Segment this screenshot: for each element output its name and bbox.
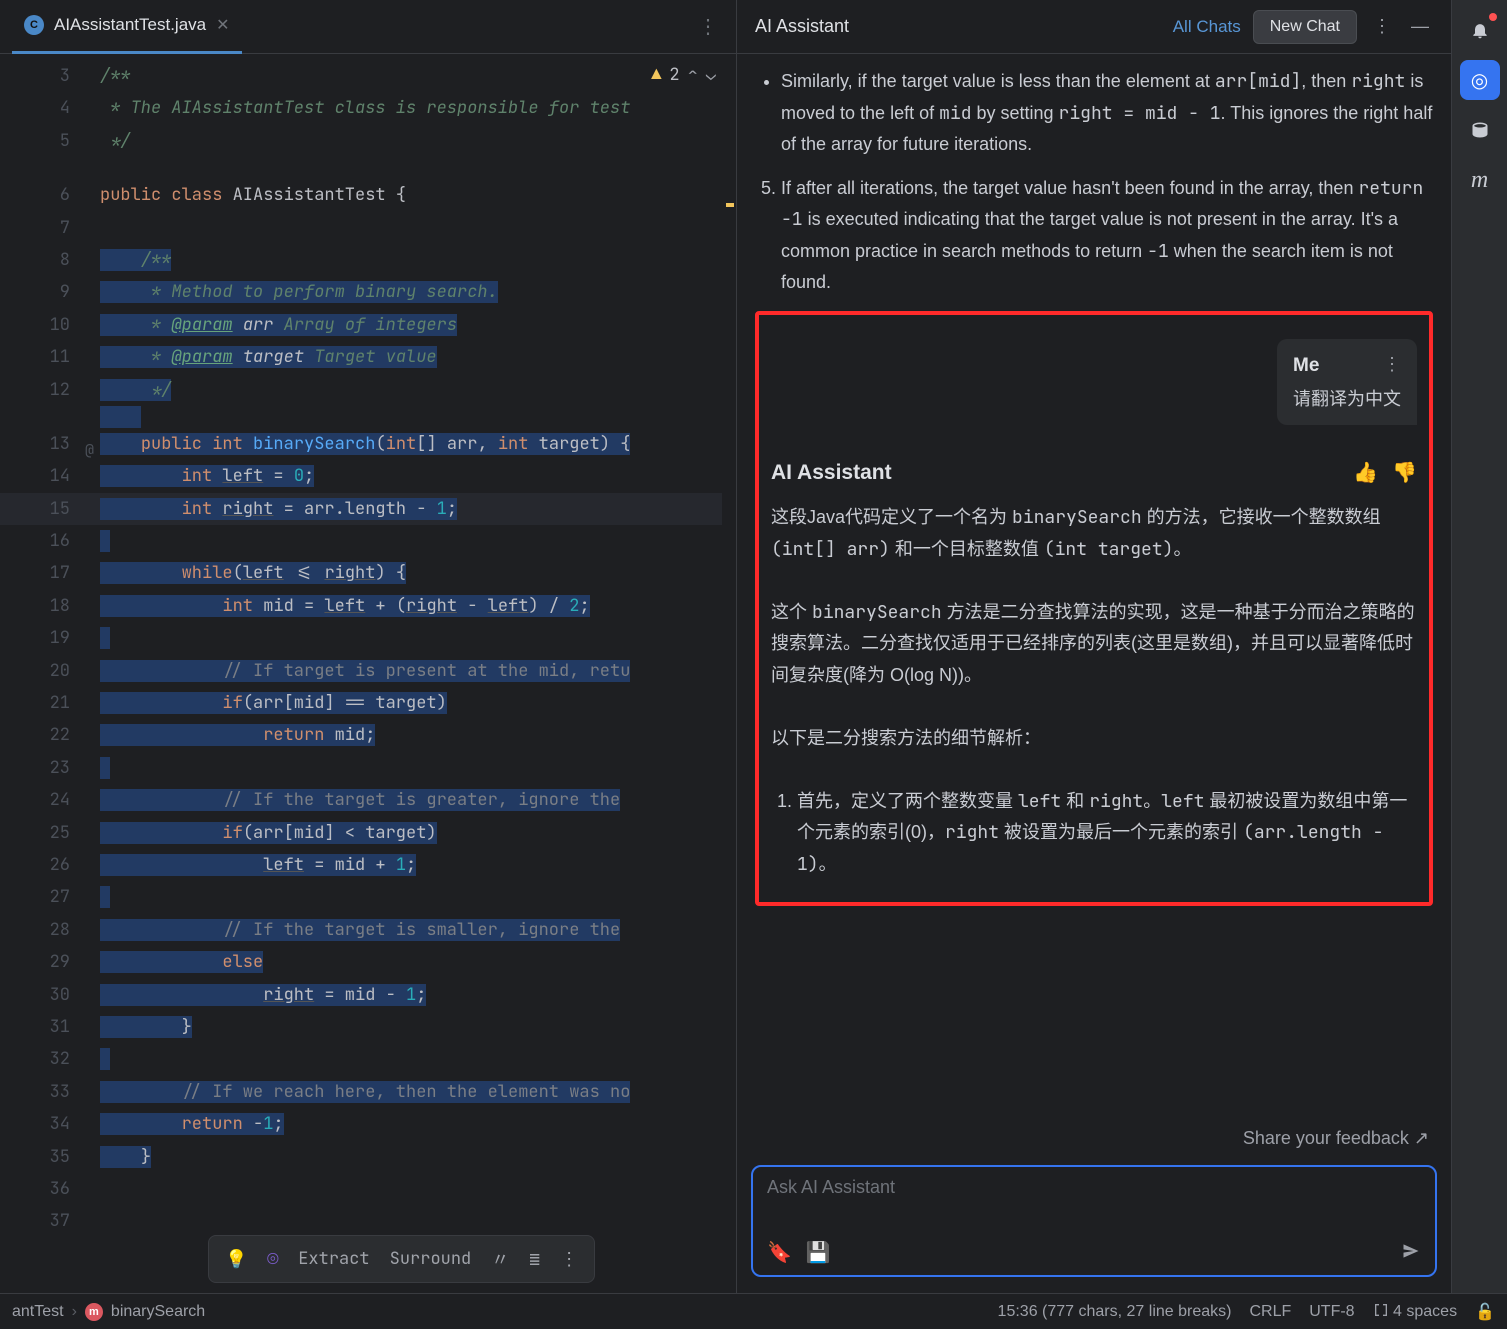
error-stripe[interactable] [722, 54, 736, 1293]
method-icon: m [85, 1303, 103, 1321]
chat-text: Similarly, if the target value is less t… [781, 66, 1433, 161]
database-tool-icon[interactable] [1460, 110, 1500, 150]
thumbs-down-icon[interactable]: 👎 [1392, 456, 1417, 491]
feedback-link[interactable]: Share your feedback ↗ [737, 1120, 1451, 1155]
code-text: /** [100, 65, 131, 87]
more-icon[interactable]: ⋮ [1369, 12, 1395, 41]
chat-text: 首先，定义了两个整数变量 left 和 right。left 最初被设置为数组中… [797, 786, 1417, 881]
java-class-icon: C [24, 15, 44, 35]
warning-count: 2 [669, 64, 679, 86]
send-icon[interactable] [1401, 1241, 1421, 1265]
more-actions-icon[interactable]: ⋮ [560, 1248, 578, 1271]
ai-assistant-panel: AI Assistant All Chats New Chat ⋮ — Simi… [737, 0, 1451, 1293]
chat-text: 这个 binarySearch 方法是二分查找算法的实现，这是一种基于分而治之策… [771, 597, 1417, 692]
inspection-indicator[interactable]: ▲ 2 ⌃ ⌄ [651, 64, 716, 86]
minimize-icon[interactable]: — [1407, 12, 1433, 41]
ai-icon[interactable]: ◎ [267, 1248, 278, 1271]
highlighted-region: Me ⋮ 请翻译为中文 AI Assistant 👍 👎 [755, 311, 1433, 907]
notifications-icon[interactable] [1460, 10, 1500, 50]
tab-more-icon[interactable]: ⋮ [692, 8, 724, 45]
all-chats-link[interactable]: All Chats [1173, 17, 1241, 37]
gutter: 3 4 5 6 7 8 9 10 11 12 13@ 14 15 16 17 1… [0, 54, 100, 1293]
thumbs-up-icon[interactable]: 👍 [1353, 456, 1378, 491]
editor-body[interactable]: 3 4 5 6 7 8 9 10 11 12 13@ 14 15 16 17 1… [0, 54, 736, 1293]
readonly-lock-icon[interactable]: 🔓 [1475, 1302, 1495, 1322]
close-tab-icon[interactable]: ✕ [216, 15, 229, 35]
indent-info[interactable]: 4 spaces [1373, 1302, 1458, 1321]
maven-tool-icon[interactable]: m [1460, 160, 1500, 200]
notification-dot-icon [1489, 13, 1497, 21]
bookmark-icon[interactable]: 🔖 [767, 1240, 792, 1265]
reformat-icon[interactable]: ≣ [529, 1248, 540, 1271]
indent-icon [1373, 1302, 1389, 1318]
warning-icon: ▲ [651, 64, 661, 86]
file-tab-label: AIAssistantTest.java [54, 15, 206, 35]
comment-icon[interactable]: 〃 [491, 1246, 509, 1272]
file-tab[interactable]: C AIAssistantTest.java ✕ [12, 0, 242, 54]
chat-text: 以下是二分搜索方法的细节解析： [771, 723, 1417, 755]
chat-header: AI Assistant All Chats New Chat ⋮ — [737, 0, 1451, 54]
chat-input[interactable]: Ask AI Assistant 🔖 💾 [751, 1165, 1437, 1277]
breadcrumb[interactable]: antTest › m binarySearch [12, 1303, 205, 1321]
line-separator[interactable]: CRLF [1249, 1303, 1291, 1321]
chat-input-placeholder: Ask AI Assistant [767, 1177, 1421, 1198]
next-problem-icon[interactable]: ⌄ [706, 64, 716, 86]
code-area[interactable]: ▲ 2 ⌃ ⌄ /** * The AIAssistantTest class … [100, 54, 736, 1293]
extract-action[interactable]: Extract [298, 1248, 369, 1270]
save-icon[interactable]: 💾 [806, 1240, 831, 1265]
ai-assistant-tool-icon[interactable]: ◎ [1460, 60, 1500, 100]
chat-text: 这段Java代码定义了一个名为 binarySearch 的方法，它接收一个整数… [771, 502, 1417, 565]
chat-title: AI Assistant [755, 16, 849, 37]
user-name: Me [1293, 349, 1319, 382]
bulb-icon[interactable]: 💡 [225, 1248, 247, 1271]
file-encoding[interactable]: UTF-8 [1309, 1303, 1354, 1321]
code-text: */ [100, 130, 131, 152]
code-text: * The AIAssistantTest class is responsib… [100, 97, 630, 119]
chat-text: If after all iterations, the target valu… [781, 173, 1433, 299]
caret-position[interactable]: 15:36 (777 chars, 27 line breaks) [998, 1303, 1232, 1321]
status-bar: antTest › m binarySearch 15:36 (777 char… [0, 1293, 1507, 1329]
editor-pane: C AIAssistantTest.java ✕ ⋮ 3 4 5 6 7 8 9… [0, 0, 737, 1293]
user-message-text: 请翻译为中文 [1293, 384, 1401, 416]
chat-messages[interactable]: Similarly, if the target value is less t… [737, 54, 1451, 1120]
assistant-name: AI Assistant [771, 455, 892, 492]
user-message: Me ⋮ 请翻译为中文 [1277, 339, 1417, 426]
intention-toolbar: 💡 ◎ Extract Surround 〃 ≣ ⋮ [208, 1235, 595, 1283]
right-tool-strip: ◎ m [1451, 0, 1507, 1293]
message-more-icon[interactable]: ⋮ [1383, 349, 1401, 381]
prev-problem-icon[interactable]: ⌃ [688, 64, 698, 86]
new-chat-button[interactable]: New Chat [1253, 10, 1357, 44]
editor-tabs: C AIAssistantTest.java ✕ ⋮ [0, 0, 736, 54]
surround-action[interactable]: Surround [390, 1248, 472, 1270]
